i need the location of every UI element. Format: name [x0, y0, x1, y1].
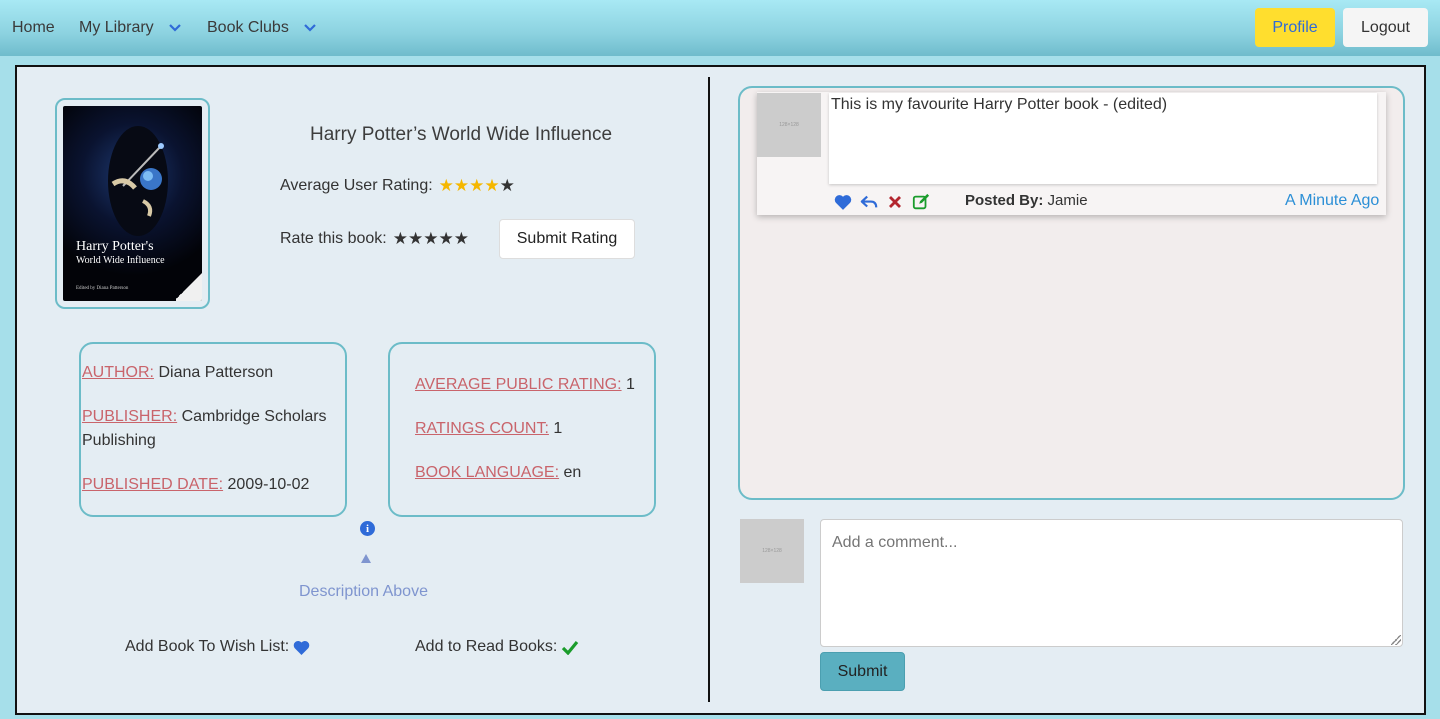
- cover-title: Harry Potter's World Wide Influence: [76, 240, 196, 267]
- column-divider: [708, 77, 710, 702]
- delete-x-icon[interactable]: [886, 193, 904, 211]
- star-filled-icon: ★: [484, 176, 500, 195]
- star-filled-icon: ★: [469, 176, 485, 195]
- description-above-link[interactable]: Description Above: [299, 583, 428, 601]
- profile-button[interactable]: Profile: [1255, 8, 1335, 47]
- read-books-label: Add to Read Books:: [415, 638, 558, 655]
- average-user-rating: Average User Rating: ★★★★★: [280, 176, 515, 196]
- avg-public-rating-value: 1: [626, 376, 635, 393]
- comment-textarea[interactable]: [820, 519, 1403, 647]
- reply-icon[interactable]: [860, 193, 878, 211]
- chevron-down-icon: [168, 24, 181, 32]
- like-heart-icon[interactable]: [834, 193, 852, 211]
- rate-book-row: Rate this book: ★★★★★: [280, 229, 469, 249]
- star-filled-icon: ★: [438, 176, 454, 195]
- publisher-value-line1: Cambridge Scholars: [181, 408, 327, 425]
- cover-editor: Edited by Diana Patterson: [76, 286, 129, 291]
- cover-title-line2: World Wide Influence: [76, 255, 165, 266]
- author-value: Diana Patterson: [158, 364, 274, 381]
- nav-book-clubs-dropdown[interactable]: Book Clubs: [207, 18, 317, 38]
- nav-home-label: Home: [12, 19, 55, 36]
- submit-comment-button[interactable]: Submit: [820, 652, 905, 691]
- published-date-value: 2009-10-02: [227, 476, 310, 493]
- info-icon[interactable]: i: [360, 521, 375, 536]
- nav-my-library-label: My Library: [79, 19, 154, 36]
- comment-timestamp: A Minute Ago: [1285, 192, 1380, 209]
- logout-button[interactable]: Logout: [1343, 8, 1428, 47]
- author-key: AUTHOR:: [82, 364, 154, 381]
- nav-my-library-dropdown[interactable]: My Library: [79, 18, 182, 38]
- comment-text: This is my favourite Harry Potter book -…: [829, 93, 1377, 184]
- publisher-value-line2: Publishing: [82, 432, 156, 449]
- submit-rating-button[interactable]: Submit Rating: [499, 219, 635, 259]
- rate-stars-input[interactable]: ★★★★★: [393, 229, 469, 249]
- star-filled-icon: ★: [453, 176, 470, 195]
- avg-public-rating-key: AVERAGE PUBLIC RATING:: [415, 376, 622, 393]
- checkmark-icon[interactable]: [561, 640, 579, 655]
- comment-avatar: 128×128: [757, 93, 821, 157]
- page-curl: [176, 271, 202, 301]
- posted-by-user: Jamie: [1047, 192, 1088, 209]
- nav-home-link[interactable]: Home: [12, 18, 55, 38]
- average-user-rating-label: Average User Rating:: [280, 177, 433, 194]
- cover-title-line1: Harry Potter's: [76, 239, 154, 254]
- read-books-action: Add to Read Books:: [415, 638, 579, 656]
- author-row: AUTHOR: Diana Patterson: [82, 361, 273, 385]
- published-date-row: PUBLISHED DATE: 2009-10-02: [82, 473, 309, 497]
- user-avatar: 128×128: [740, 519, 804, 583]
- ratings-count-row: RATINGS COUNT: 1: [415, 417, 562, 441]
- book-language-row: BOOK LANGUAGE: en: [415, 461, 581, 485]
- star-empty-icon: ★: [499, 176, 515, 195]
- textarea-resize-handle[interactable]: [1391, 635, 1401, 645]
- top-navbar: Home My Library Book Clubs Profile Logou…: [0, 0, 1440, 56]
- wish-list-label: Add Book To Wish List:: [125, 638, 290, 655]
- publisher-key: PUBLISHER:: [82, 408, 178, 425]
- book-language-key: BOOK LANGUAGE:: [415, 464, 560, 481]
- book-language-value: en: [563, 464, 582, 481]
- avg-public-rating-row: AVERAGE PUBLIC RATING: 1: [415, 373, 635, 397]
- published-date-key: PUBLISHED DATE:: [82, 476, 224, 493]
- average-rating-stars: ★★★★★: [439, 176, 515, 196]
- rate-book-label: Rate this book:: [280, 230, 387, 247]
- posted-by: Posted By: Jamie: [965, 192, 1088, 209]
- wish-list-action: Add Book To Wish List:: [125, 638, 310, 656]
- book-cover-image: Harry Potter's World Wide Influence Edit…: [63, 106, 202, 301]
- ratings-count-value: 1: [553, 420, 563, 437]
- triangle-up-icon[interactable]: [361, 554, 371, 563]
- chevron-down-icon: [304, 24, 316, 32]
- heart-icon[interactable]: [293, 640, 310, 655]
- ratings-count-key: RATINGS COUNT:: [415, 420, 549, 437]
- nav-book-clubs-label: Book Clubs: [207, 19, 289, 36]
- publisher-row: PUBLISHER: Cambridge Scholars Publishing: [82, 405, 342, 453]
- posted-by-label: Posted By:: [965, 192, 1044, 209]
- book-title: Harry Potter’s World Wide Influence: [310, 124, 613, 145]
- edit-icon[interactable]: [912, 193, 930, 211]
